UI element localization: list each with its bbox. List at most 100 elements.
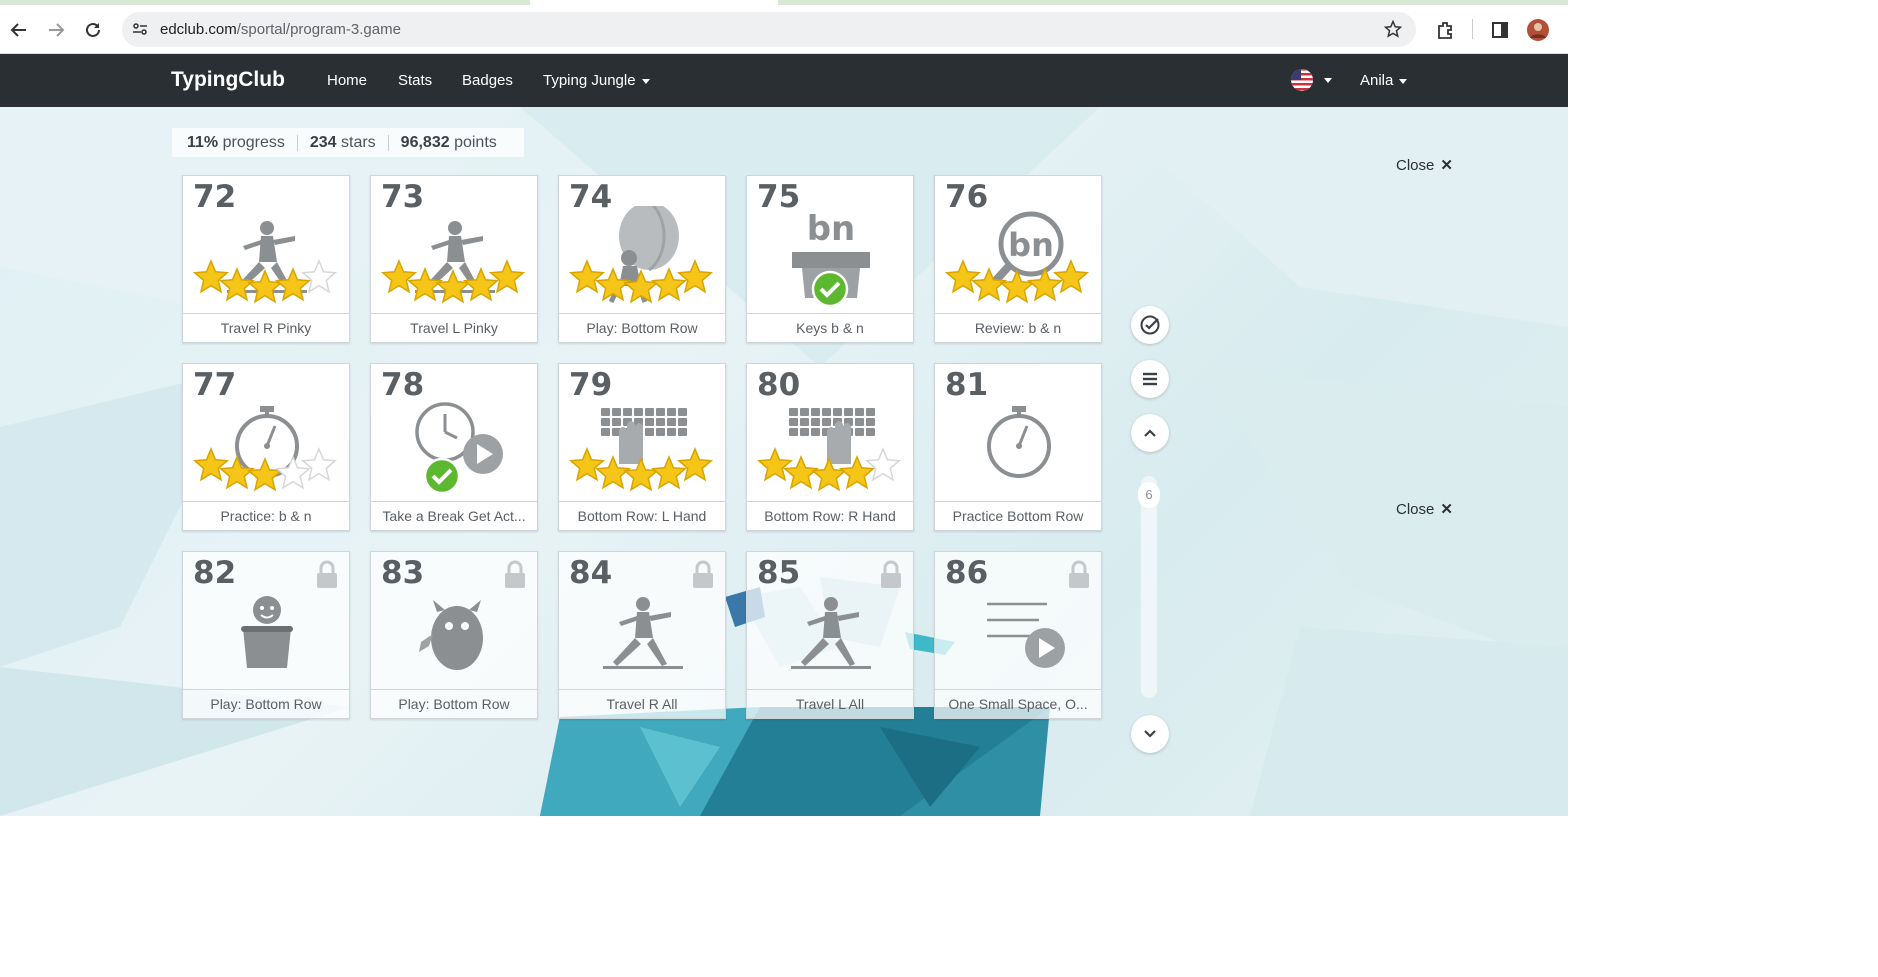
points-value: 96,832 xyxy=(400,133,450,151)
nav-stats[interactable]: Stats xyxy=(398,72,432,89)
lesson-title: Review: b & n xyxy=(935,313,1101,342)
star-filled-icon xyxy=(1052,259,1090,294)
star-filled-icon xyxy=(246,457,284,492)
lesson-title: Bottom Row: R Hand xyxy=(747,501,913,530)
lesson-card[interactable]: 77 Practice: b & n xyxy=(182,363,350,531)
star-rating xyxy=(380,259,526,304)
star-filled-icon xyxy=(434,269,472,304)
toolbar-divider xyxy=(1472,19,1473,39)
divider xyxy=(296,134,298,151)
url-host: edclub.com xyxy=(160,21,237,38)
star-filled-icon xyxy=(676,259,714,294)
lesson-title: Travel R All xyxy=(559,689,725,718)
lesson-card[interactable]: 84 Travel R All xyxy=(558,551,726,719)
lesson-card[interactable]: 80 Bottom Row: R Hand xyxy=(746,363,914,531)
lesson-title: Take a Break Get Act... xyxy=(371,501,537,530)
site-navbar: TypingClub Home Stats Badges Typing Jung… xyxy=(0,54,1568,107)
progress-value: 11% xyxy=(187,133,219,151)
scroll-up-button[interactable] xyxy=(1131,414,1169,452)
completed-filter-button[interactable] xyxy=(1131,306,1169,344)
star-empty-icon xyxy=(300,259,338,294)
scroll-down-button[interactable] xyxy=(1131,715,1169,753)
star-filled-icon xyxy=(568,259,606,294)
site-info-icon[interactable] xyxy=(132,21,148,42)
star-filled-icon xyxy=(192,259,230,294)
chevron-down-icon xyxy=(1144,730,1156,738)
lesson-title: Travel R Pinky xyxy=(183,313,349,342)
star-filled-icon xyxy=(810,457,848,492)
chevron-down-icon xyxy=(1399,78,1408,84)
chevron-up-icon xyxy=(1144,429,1156,437)
stars-value: 234 xyxy=(309,133,337,151)
close-icon: ✕ xyxy=(1440,501,1453,518)
reload-icon[interactable] xyxy=(81,18,105,42)
stopwatch-icon xyxy=(987,406,1051,478)
star-filled-icon xyxy=(622,457,660,492)
lesson-card[interactable]: 85 Travel L All xyxy=(746,551,914,719)
star-filled-icon xyxy=(380,259,418,294)
close-label: Close xyxy=(1396,501,1435,518)
scroll-page-indicator[interactable]: 6 xyxy=(1138,482,1160,508)
lock-icon xyxy=(317,560,337,588)
star-rating xyxy=(192,259,338,304)
close-label: Close xyxy=(1396,157,1435,174)
yoga-pose-icon xyxy=(791,597,871,669)
star-filled-icon xyxy=(622,269,660,304)
star-rating xyxy=(944,259,1090,304)
lesson-card[interactable]: 74 Play: Bottom Row xyxy=(558,175,726,343)
stars-label: stars xyxy=(341,133,376,151)
check-circle-icon xyxy=(1140,315,1160,335)
language-selector[interactable] xyxy=(1290,68,1332,97)
star-filled-icon xyxy=(192,447,230,482)
completed-check-icon xyxy=(423,457,461,495)
lesson-card[interactable]: 83 Play: Bottom Row xyxy=(370,551,538,719)
lesson-title: Practice: b & n xyxy=(183,501,349,530)
lesson-title: Travel L Pinky xyxy=(371,313,537,342)
lesson-card[interactable]: 75 bn Keys b & n xyxy=(746,175,914,343)
lesson-card[interactable]: 78 Take a Break Get Act... xyxy=(370,363,538,531)
lesson-scrollbar[interactable] xyxy=(1141,476,1157,698)
star-filled-icon xyxy=(998,269,1036,304)
extensions-icon[interactable] xyxy=(1433,18,1457,42)
star-rating xyxy=(192,447,338,492)
lesson-card[interactable]: 79 Bottom Row: L Hand xyxy=(558,363,726,531)
svg-text:bn: bn xyxy=(807,209,856,249)
lesson-card[interactable]: 82 Play: Bottom Row xyxy=(182,551,350,719)
close-button[interactable]: Close ✕ xyxy=(1396,500,1453,518)
lesson-card[interactable]: 72 Travel R Pinky xyxy=(182,175,350,343)
lesson-title: Play: Bottom Row xyxy=(559,313,725,342)
nav-home[interactable]: Home xyxy=(327,72,367,89)
forward-icon[interactable] xyxy=(44,18,68,42)
divider xyxy=(387,134,389,151)
bookmark-star-icon[interactable] xyxy=(1383,19,1403,43)
text-video-icon xyxy=(987,602,1065,668)
lesson-card[interactable]: 73 Travel L Pinky xyxy=(370,175,538,343)
lesson-card[interactable]: 81 Practice Bottom Row xyxy=(934,363,1102,531)
url-text[interactable]: edclub.com/sportal/program-3.game xyxy=(160,21,401,38)
star-filled-icon xyxy=(944,259,982,294)
side-panel-icon[interactable] xyxy=(1488,18,1512,42)
lock-icon xyxy=(881,560,901,588)
close-button[interactable]: Close ✕ xyxy=(1396,156,1453,174)
lesson-title: One Small Space, O... xyxy=(935,689,1101,718)
site-logo[interactable]: TypingClub xyxy=(171,68,285,92)
star-filled-icon xyxy=(568,447,606,482)
back-icon[interactable] xyxy=(7,18,31,42)
lesson-title: Practice Bottom Row xyxy=(935,501,1101,530)
lock-icon xyxy=(1069,560,1089,588)
menu-button[interactable] xyxy=(1131,360,1169,398)
lesson-card[interactable]: 86 One Small Space, O... xyxy=(934,551,1102,719)
nav-badges[interactable]: Badges xyxy=(462,72,513,89)
star-filled-icon xyxy=(676,447,714,482)
chevron-down-icon xyxy=(641,78,650,84)
address-bar[interactable]: edclub.com/sportal/program-3.game xyxy=(122,12,1416,47)
nav-typing-jungle[interactable]: Typing Jungle xyxy=(543,72,650,89)
browser-toolbar: edclub.com/sportal/program-3.game xyxy=(0,5,1568,54)
star-filled-icon xyxy=(756,447,794,482)
profile-avatar[interactable] xyxy=(1526,18,1550,42)
lesson-card[interactable]: 76 bn Review: b & n xyxy=(934,175,1102,343)
star-filled-icon xyxy=(488,259,526,294)
progress-label: progress xyxy=(222,133,285,151)
monster-character-icon xyxy=(419,600,483,670)
user-menu[interactable]: Anila xyxy=(1360,72,1408,89)
